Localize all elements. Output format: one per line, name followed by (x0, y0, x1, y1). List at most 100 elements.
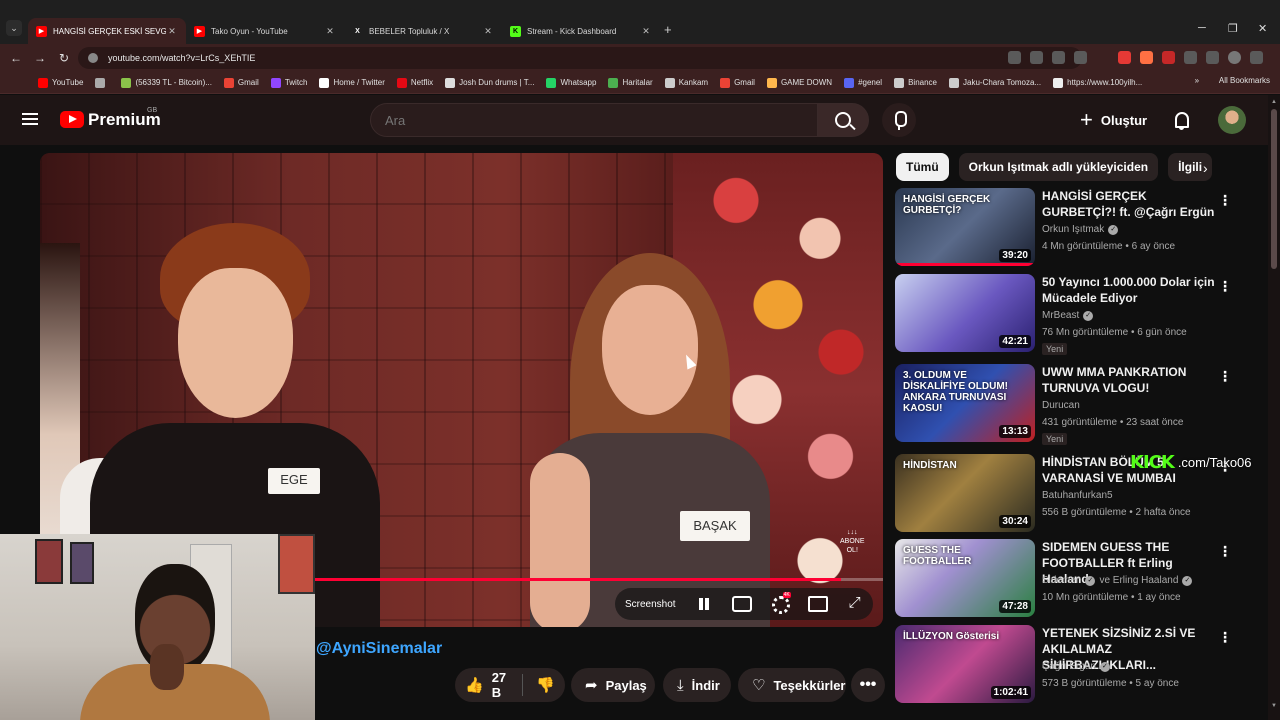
rec-channel[interactable]: MrBeast (1042, 310, 1079, 321)
forward-icon[interactable]: → (32, 51, 48, 65)
youtube-logo-icon[interactable] (60, 111, 84, 128)
page-scrollbar[interactable]: ▲ ▼ (1268, 95, 1280, 720)
more-vert-icon[interactable]: ⋮ (1218, 192, 1232, 209)
bookmark-item[interactable]: Home / Twitter (319, 77, 385, 88)
more-vert-icon[interactable]: ⋮ (1218, 278, 1232, 295)
extensions-puzzle-icon[interactable] (1184, 51, 1197, 64)
screenshot-label[interactable]: Screenshot (625, 599, 676, 610)
video-thumbnail[interactable]: GUESS THE FOOTBALLER 47:28 (895, 539, 1035, 617)
zoom-icon[interactable] (1030, 51, 1043, 64)
tab-tako-oyun[interactable]: ▶ Tako Oyun - YouTube ✕ (186, 18, 344, 44)
close-icon[interactable]: ✕ (324, 26, 336, 37)
dislike-icon[interactable]: 👎 (536, 676, 555, 694)
video-thumbnail[interactable]: 3. OLDUM VE DİSKALİFİYE OLDUM! ANKARA TU… (895, 364, 1035, 442)
extension-shield-icon[interactable] (1162, 51, 1175, 64)
rec-title[interactable]: UWW MMA PANKRATION TURNUVA VLOGU! (1042, 364, 1217, 396)
bookmark-item[interactable]: YouTube (38, 77, 83, 88)
address-bar[interactable]: youtube.com/watch?v=LrCs_XEhTIE (78, 47, 1082, 69)
bookmark-item[interactable] (95, 77, 109, 88)
recommended-video[interactable]: 3. OLDUM VE DİSKALİFİYE OLDUM! ANKARA TU… (895, 364, 1265, 445)
notifications-icon[interactable] (1173, 111, 1191, 130)
install-icon[interactable] (1052, 51, 1065, 64)
more-actions-button[interactable]: ••• (851, 668, 885, 702)
bookmark-item[interactable]: Gmail (720, 77, 755, 88)
avatar[interactable] (1218, 106, 1246, 134)
rec-channel-2[interactable]: ve Erling Haaland (1099, 575, 1178, 586)
video-thumbnail[interactable]: HİNDİSTAN 30:24 (895, 454, 1035, 532)
new-tab-button[interactable]: + (664, 22, 672, 37)
all-bookmarks-button[interactable]: » All Bookmarks (1195, 76, 1270, 85)
scroll-down-icon[interactable]: ▼ (1271, 703, 1277, 709)
bookmark-item[interactable]: Whatsapp (546, 77, 596, 88)
rec-channel[interactable]: Batuhanfurkan5 (1042, 490, 1113, 501)
recommended-video[interactable]: 42:21 50 Yayıncı 1.000.000 Dolar için Mü… (895, 274, 1265, 355)
subtitles-icon[interactable] (731, 596, 752, 612)
more-bookmarks-icon[interactable]: » (1195, 76, 1199, 85)
more-vert-icon[interactable]: ⋮ (1218, 629, 1232, 646)
chip-from-uploader[interactable]: Orkun Işıtmak adlı yükleyiciden (958, 153, 1159, 181)
extension-orange-icon[interactable] (1140, 51, 1153, 64)
video-thumbnail[interactable]: İLLÜZYON Gösterisi 1:02:41 (895, 625, 1035, 703)
bookmark-item[interactable]: (56339 TL - Bitcoin)... (121, 77, 212, 88)
bookmark-item[interactable]: Jaku-Chara Tomoza... (949, 77, 1041, 88)
rec-title[interactable]: HANGİSİ GERÇEK GURBETÇİ?! ft. @Çağrı Erg… (1042, 188, 1217, 220)
video-thumbnail[interactable]: 42:21 (895, 274, 1035, 352)
rec-channel[interactable]: Durucan (1042, 400, 1080, 411)
chip-all[interactable]: Tümü (896, 153, 949, 181)
scroll-up-icon[interactable]: ▲ (1271, 99, 1277, 105)
like-icon[interactable]: 👍 (465, 676, 484, 694)
bookmark-item[interactable]: https://www.100yilh... (1053, 77, 1142, 88)
thanks-button[interactable]: ♡ Teşekkürler (738, 668, 846, 702)
more-vert-icon[interactable]: ⋮ (1218, 368, 1232, 385)
profile-icon[interactable] (1228, 51, 1241, 64)
create-button[interactable]: + Oluştur (1080, 107, 1147, 133)
more-vert-icon[interactable]: ⋮ (1218, 543, 1232, 560)
bookmark-item[interactable]: Gmail (223, 77, 259, 88)
extension-red-icon[interactable] (1118, 51, 1131, 64)
bookmark-item[interactable]: Haritalar (608, 77, 653, 88)
bookmark-item[interactable]: Binance (894, 77, 937, 88)
video-thumbnail[interactable]: HANGİSİ GERÇEK GURBETÇİ? 39:20 (895, 188, 1035, 266)
site-info-icon[interactable] (88, 53, 98, 63)
close-window-button[interactable]: ✕ (1258, 22, 1267, 35)
browser-menu-icon[interactable] (1250, 51, 1263, 64)
rec-channel[interactable]: Çağrı Ergün (1042, 661, 1096, 672)
maximize-button[interactable]: ❐ (1228, 22, 1238, 35)
translate-icon[interactable] (1008, 51, 1021, 64)
fullscreen-icon[interactable] (846, 594, 866, 612)
scrollbar-thumb[interactable] (1271, 109, 1277, 269)
search-icon[interactable] (817, 103, 869, 137)
tab-kick-dashboard[interactable]: K Stream - Kick Dashboard ✕ (502, 18, 660, 44)
bookmark-item[interactable]: Netflix (396, 77, 433, 88)
rec-channel[interactable]: Sidemen (1042, 575, 1081, 586)
pause-icon[interactable] (694, 596, 714, 612)
channel-handle-link[interactable]: @AyniSinemalar (316, 640, 442, 658)
close-icon[interactable]: ✕ (166, 26, 178, 37)
close-icon[interactable]: ✕ (640, 26, 652, 37)
bookmark-item[interactable]: #genel (844, 77, 882, 88)
bookmark-item[interactable]: GAME DOWN (766, 77, 832, 88)
like-count[interactable]: 27 B (492, 670, 508, 700)
recommended-video[interactable]: HANGİSİ GERÇEK GURBETÇİ? 39:20 HANGİSİ G… (895, 188, 1265, 268)
tab-active-video[interactable]: ▶ HANGİSİ GERÇEK ESKİ SEVGİLİ? ✕ (28, 18, 186, 44)
back-icon[interactable]: ← (8, 51, 24, 65)
microphone-icon[interactable] (882, 103, 916, 137)
rec-channel[interactable]: Orkun Işıtmak (1042, 224, 1104, 235)
rec-title[interactable]: 50 Yayıncı 1.000.000 Dolar için Mücadele… (1042, 274, 1217, 306)
settings-gear-icon[interactable] (770, 592, 791, 614)
minimize-button[interactable]: ─ (1198, 22, 1206, 34)
bookmark-star-icon[interactable] (1074, 51, 1087, 64)
download-button[interactable]: ⤓ İndir (663, 668, 731, 702)
recommended-video[interactable]: GUESS THE FOOTBALLER 47:28 SIDEMEN GUESS… (895, 539, 1265, 619)
tab-search-button[interactable]: ⌄ (6, 20, 22, 36)
share-button[interactable]: ➦ Paylaş (571, 668, 655, 702)
chevron-right-icon[interactable]: › (1203, 160, 1208, 176)
tab-bebeler-x[interactable]: X BEBELER Topluluk / X ✕ (344, 18, 502, 44)
media-icon[interactable] (1206, 51, 1219, 64)
search-input[interactable] (370, 103, 818, 137)
close-icon[interactable]: ✕ (482, 26, 494, 37)
bookmark-item[interactable]: Josh Dun drums | T... (445, 77, 534, 88)
bookmark-item[interactable]: Kankam (664, 77, 708, 88)
recommended-video[interactable]: İLLÜZYON Gösterisi 1:02:41 YETENEK SİZSİ… (895, 625, 1265, 705)
bookmark-item[interactable]: Twitch (270, 77, 307, 88)
